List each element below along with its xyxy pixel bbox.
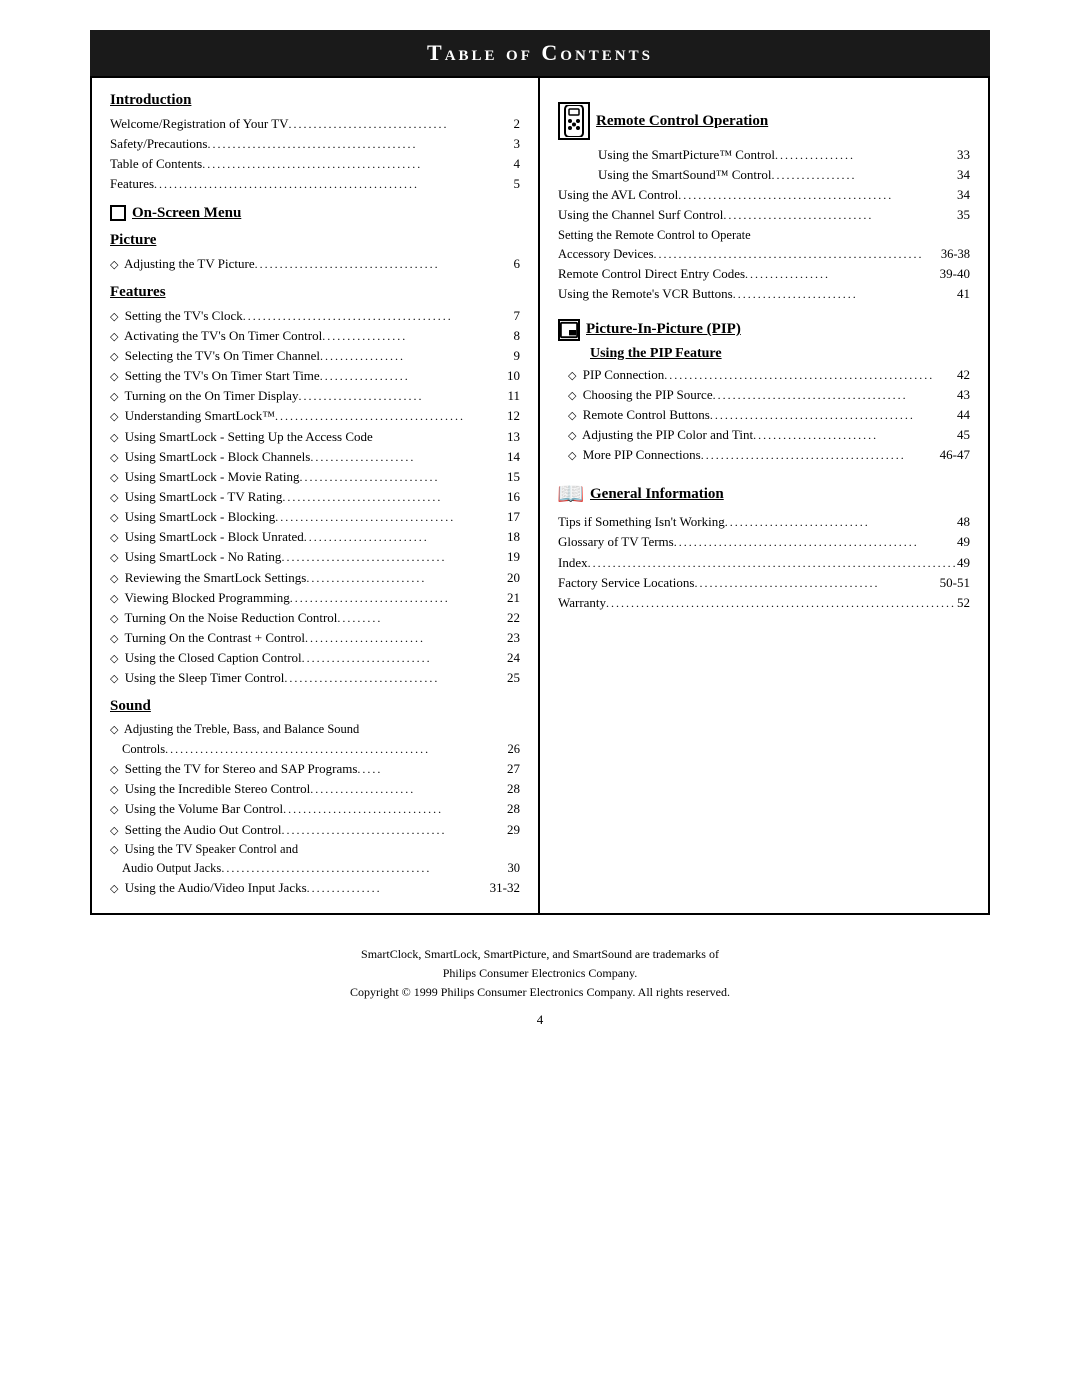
toc-entry: Tips if Something Isn't Working ........… — [558, 512, 970, 532]
toc-entry: ◇ Viewing Blocked Programming ..........… — [110, 588, 520, 608]
remote-control-heading: Remote Control Operation — [596, 113, 768, 130]
toc-entry: ◇ Setting the Audio Out Control ........… — [110, 820, 520, 840]
toc-entry: Safety/Precautions .....................… — [110, 134, 520, 154]
toc-entry: ◇ Turning On the Contrast + Control ....… — [110, 628, 520, 648]
pip-sub-heading: Using the PIP Feature — [590, 346, 970, 362]
toc-entry: Welcome/Registration of Your TV ........… — [110, 114, 520, 134]
toc-entry: ◇ Adjusting the PIP Color and Tint .....… — [558, 425, 970, 445]
pip-icon — [558, 319, 580, 341]
on-screen-menu-row: On-Screen Menu — [110, 205, 520, 222]
left-column: Introduction Welcome/Registration of You… — [92, 78, 540, 913]
entry-text: ◇ Adjusting the TV Picture — [110, 254, 255, 274]
toc-entry: ◇ Using SmartLock - Block Channels .....… — [110, 447, 520, 467]
pip-section: Picture-In-Picture (PIP) Using the PIP F… — [558, 319, 970, 466]
toc-entry: ◇ Choosing the PIP Source ..............… — [558, 385, 970, 405]
toc-entry: Index ..................................… — [558, 553, 970, 573]
introduction-heading: Introduction — [110, 92, 520, 109]
sound-section: Sound ◇ Adjusting the Treble, Bass, and … — [110, 698, 520, 898]
toc-entry: ◇ Using the Closed Caption Control .....… — [110, 648, 520, 668]
toc-entry: Remote Control Direct Entry Codes ......… — [558, 264, 970, 284]
toc-entry: Warranty ...............................… — [558, 593, 970, 613]
toc-entry: Using the AVL Control ..................… — [558, 185, 970, 205]
toc-entry: ◇ Using SmartLock - No Rating ..........… — [110, 547, 520, 567]
toc-entry: ◇ Using the Audio/Video Input Jacks ....… — [110, 878, 520, 898]
toc-entry: ◇ Turning on the On Timer Display ......… — [110, 386, 520, 406]
features-section: Features ◇ Setting the TV's Clock ......… — [110, 284, 520, 689]
menu-icon — [110, 205, 126, 221]
toc-entry: ◇ Setting the TV for Stereo and SAP Prog… — [110, 759, 520, 779]
right-column: Remote Control Operation Using the Smart… — [540, 78, 988, 913]
toc-entry: Glossary of TV Terms ...................… — [558, 532, 970, 552]
content-box: Introduction Welcome/Registration of You… — [90, 76, 990, 915]
page-title: Table of Contents — [427, 40, 653, 65]
footnote-line1: SmartClock, SmartLock, SmartPicture, and… — [90, 945, 990, 964]
toc-entry: ◇ Using the Sleep Timer Control ........… — [110, 668, 520, 688]
toc-entry: ◇ Turning On the Noise Reduction Control… — [110, 608, 520, 628]
toc-entry: Setting the Remote Control to Operate Ac… — [558, 226, 970, 265]
toc-entry: ◇ Using SmartLock - Movie Rating .......… — [110, 467, 520, 487]
toc-entry: ◇ Using SmartLock - Block Unrated ......… — [110, 527, 520, 547]
remote-control-section: Remote Control Operation Using the Smart… — [558, 102, 970, 305]
toc-entry: ◇ Using the Incredible Stereo Control ..… — [110, 779, 520, 799]
toc-entry: ◇ Selecting the TV's On Timer Channel ..… — [110, 346, 520, 366]
toc-entry: Factory Service Locations ..............… — [558, 573, 970, 593]
toc-entry: ◇ Using SmartLock - Blocking ...........… — [110, 507, 520, 527]
toc-entry: ◇ Understanding SmartLock™ .............… — [110, 406, 520, 426]
picture-section: Picture ◇ Adjusting the TV Picture .....… — [110, 232, 520, 274]
general-info-heading-row: 📖 General Information — [558, 481, 970, 507]
toc-entry: ◇ Using SmartLock - TV Rating ..........… — [110, 487, 520, 507]
toc-entry: ◇ Using the TV Speaker Control and Audio… — [110, 840, 520, 879]
toc-entry: Using the SmartSound™ Control ..........… — [558, 165, 970, 185]
footnote-line2: Philips Consumer Electronics Company. — [90, 964, 990, 983]
picture-heading: Picture — [110, 232, 520, 249]
book-icon: 📖 — [558, 481, 584, 507]
page: Table of Contents Introduction Welcome/R… — [90, 0, 990, 1058]
footnote: SmartClock, SmartLock, SmartPicture, and… — [90, 945, 990, 1003]
remote-icon — [558, 102, 590, 140]
introduction-section: Introduction Welcome/Registration of You… — [110, 92, 520, 195]
toc-entry: Using the Channel Surf Control .........… — [558, 205, 970, 225]
entry-text: Welcome/Registration of Your TV — [110, 114, 289, 134]
toc-entry: Features ...............................… — [110, 174, 520, 194]
title-bar: Table of Contents — [90, 30, 990, 76]
toc-entry: ◇ Adjusting the Treble, Bass, and Balanc… — [110, 720, 520, 759]
toc-entry: ◇ More PIP Connections .................… — [558, 445, 970, 465]
toc-entry: ◇ Setting the TV's Clock ...............… — [110, 306, 520, 326]
toc-entry: ◇ Adjusting the TV Picture .............… — [110, 254, 520, 274]
toc-entry: ◇ Using the Volume Bar Control .........… — [110, 799, 520, 819]
page-number: 4 — [90, 1012, 990, 1028]
footnote-line3: Copyright © 1999 Philips Consumer Electr… — [90, 983, 990, 1002]
entry-text: Safety/Precautions — [110, 134, 207, 154]
pip-heading-row: Picture-In-Picture (PIP) — [558, 319, 970, 341]
sound-heading: Sound — [110, 698, 520, 715]
toc-entry: ◇ Activating the TV's On Timer Control .… — [110, 326, 520, 346]
features-heading: Features — [110, 284, 520, 301]
toc-entry: ◇ Setting the TV's On Timer Start Time .… — [110, 366, 520, 386]
toc-entry: Using the Remote's VCR Buttons .........… — [558, 284, 970, 304]
toc-entry: ◇ Remote Control Buttons ...............… — [558, 405, 970, 425]
entry-text: Table of Contents — [110, 154, 202, 174]
on-screen-menu-heading: On-Screen Menu — [132, 205, 241, 222]
remote-heading-row: Remote Control Operation — [558, 102, 970, 140]
general-info-heading: General Information — [590, 486, 724, 503]
toc-entry: Table of Contents ......................… — [110, 154, 520, 174]
entry-text: Features — [110, 174, 154, 194]
toc-entry: ◇ Reviewing the SmartLock Settings .....… — [110, 568, 520, 588]
toc-entry: Using the SmartPicture™ Control ........… — [558, 145, 970, 165]
general-info-section: 📖 General Information Tips if Something … — [558, 481, 970, 613]
pip-heading: Picture-In-Picture (PIP) — [586, 321, 741, 338]
toc-entry: ◇ Using SmartLock - Setting Up the Acces… — [110, 427, 520, 447]
toc-entry: ◇ PIP Connection .......................… — [558, 365, 970, 385]
